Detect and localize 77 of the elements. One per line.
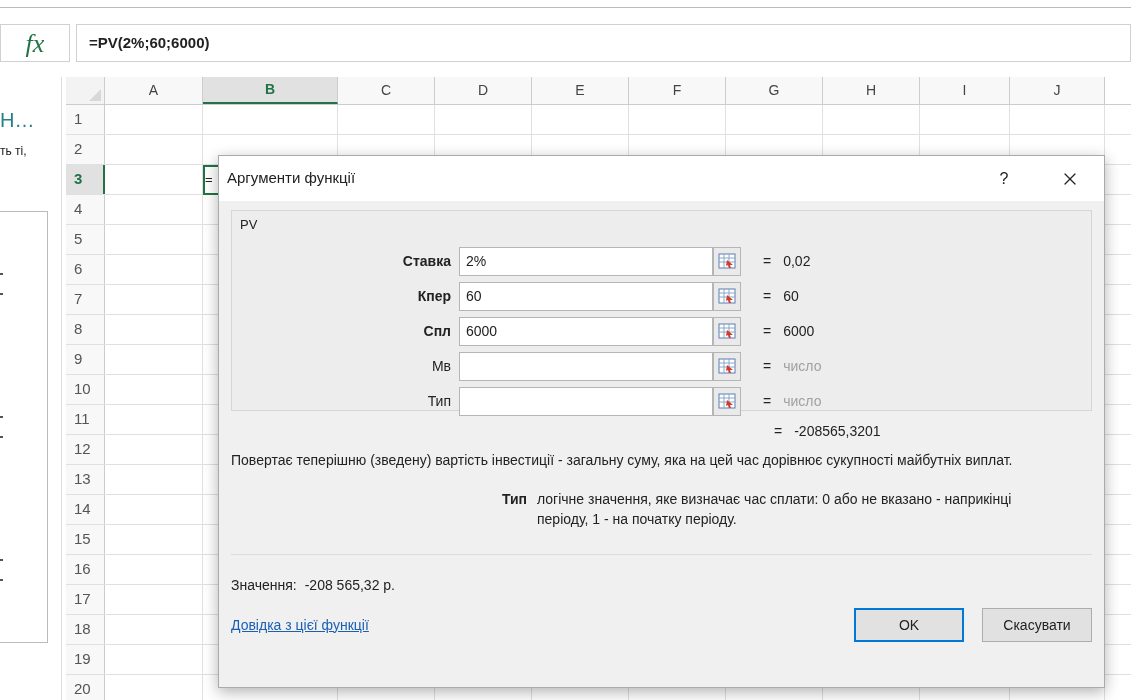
formula-field[interactable]: =PV(2%;60;6000) xyxy=(76,24,1131,62)
row-header[interactable]: 9 xyxy=(66,345,105,374)
argument-label: Ставка xyxy=(401,251,452,271)
equals-sign: = xyxy=(763,321,772,341)
range-select-icon xyxy=(718,358,736,374)
dialog-button[interactable]: OK xyxy=(854,608,964,642)
help-link[interactable]: Довідка з цієї функції xyxy=(231,614,854,636)
row-header[interactable]: 8 xyxy=(66,315,105,344)
row-header[interactable]: 5 xyxy=(66,225,105,254)
function-description: Повертає теперішню (зведену) вартість інвестиції - загальну суму, яка на цей час дорівнює сукупності майбутніх виплат. xyxy=(231,451,1014,469)
row-header[interactable]: 3 xyxy=(66,165,105,194)
collapse-dialog-button[interactable] xyxy=(713,281,741,311)
argument-label: Кпер xyxy=(416,286,452,306)
column-header[interactable]: F xyxy=(629,77,726,104)
equals-sign: = xyxy=(763,356,772,376)
value-text: -208 565,32 р. xyxy=(304,576,395,595)
equals-sign: = xyxy=(763,286,772,306)
column-header[interactable]: J xyxy=(1010,77,1105,104)
row-header[interactable]: 1 xyxy=(66,105,105,134)
collapse-dialog-button[interactable] xyxy=(713,246,741,276)
function-button[interactable]: fx xyxy=(0,24,70,62)
dialog-title: Аргументи функції xyxy=(227,168,357,189)
argument-label: Тип xyxy=(426,391,452,411)
row-header[interactable]: 14 xyxy=(66,495,105,524)
argument-result: 0,02 xyxy=(783,251,811,271)
argument-result: 6000 xyxy=(783,321,815,341)
row-header[interactable]: 19 xyxy=(66,645,105,674)
argument-field[interactable] xyxy=(459,386,713,416)
argument-field[interactable]: 6000 xyxy=(459,316,713,346)
value-label: Значення: xyxy=(231,576,297,595)
argument-label: Спл xyxy=(422,321,452,341)
row-header[interactable]: 12 xyxy=(66,435,105,464)
column-header[interactable]: D xyxy=(435,77,532,104)
column-header[interactable]: I xyxy=(920,77,1010,104)
argument-result: число xyxy=(783,356,822,376)
row-header[interactable]: 11 xyxy=(66,405,105,434)
pane-text: ть ті, xyxy=(0,143,28,159)
row-header[interactable]: 2 xyxy=(66,135,105,164)
equals-sign: = xyxy=(774,421,783,441)
argument-help-name: Тип xyxy=(500,490,528,509)
range-select-icon xyxy=(718,288,736,304)
row-header[interactable]: 17 xyxy=(66,585,105,614)
range-select-icon xyxy=(718,253,736,269)
collapse-dialog-button[interactable] xyxy=(713,316,741,346)
argument-result: число xyxy=(783,391,822,411)
argument-field[interactable]: 2% xyxy=(459,246,713,276)
row-header[interactable]: 6 xyxy=(66,255,105,284)
column-header[interactable]: A xyxy=(105,77,203,104)
group-label: PV xyxy=(240,216,259,234)
row-header[interactable]: 20 xyxy=(66,675,105,700)
collapse-dialog-button[interactable] xyxy=(713,386,741,416)
column-header[interactable]: H xyxy=(823,77,920,104)
dialog-button[interactable]: Скасувати xyxy=(982,608,1092,642)
column-header[interactable]: B xyxy=(203,77,338,104)
range-select-icon xyxy=(718,393,736,409)
argument-help-text: логічне значення, яке визначає час сплати: 0 або не вказано - наприкінці періоду, 1 - на початку періоду. xyxy=(537,490,1013,529)
equals-sign: = xyxy=(763,251,772,271)
argument-field[interactable] xyxy=(459,351,713,381)
equals-sign: = xyxy=(763,391,772,411)
row-header[interactable]: 13 xyxy=(66,465,105,494)
column-header[interactable]: G xyxy=(726,77,823,104)
collapse-dialog-button[interactable] xyxy=(713,351,741,381)
help-button[interactable]: ? xyxy=(984,166,1024,191)
range-select-icon xyxy=(718,323,736,339)
argument-field[interactable]: 60 xyxy=(459,281,713,311)
row-header[interactable]: 18 xyxy=(66,615,105,644)
pane-heading: Н… xyxy=(0,108,36,133)
row-header[interactable]: 15 xyxy=(66,525,105,554)
formula-result: -208565,3201 xyxy=(794,421,881,441)
row-header[interactable]: 16 xyxy=(66,555,105,584)
row-header[interactable]: 7 xyxy=(66,285,105,314)
column-header[interactable]: C xyxy=(338,77,435,104)
argument-label: Мв xyxy=(430,356,452,376)
argument-result: 60 xyxy=(783,286,799,306)
row-header[interactable]: 4 xyxy=(66,195,105,224)
row-header[interactable]: 10 xyxy=(66,375,105,404)
column-header[interactable]: E xyxy=(532,77,629,104)
